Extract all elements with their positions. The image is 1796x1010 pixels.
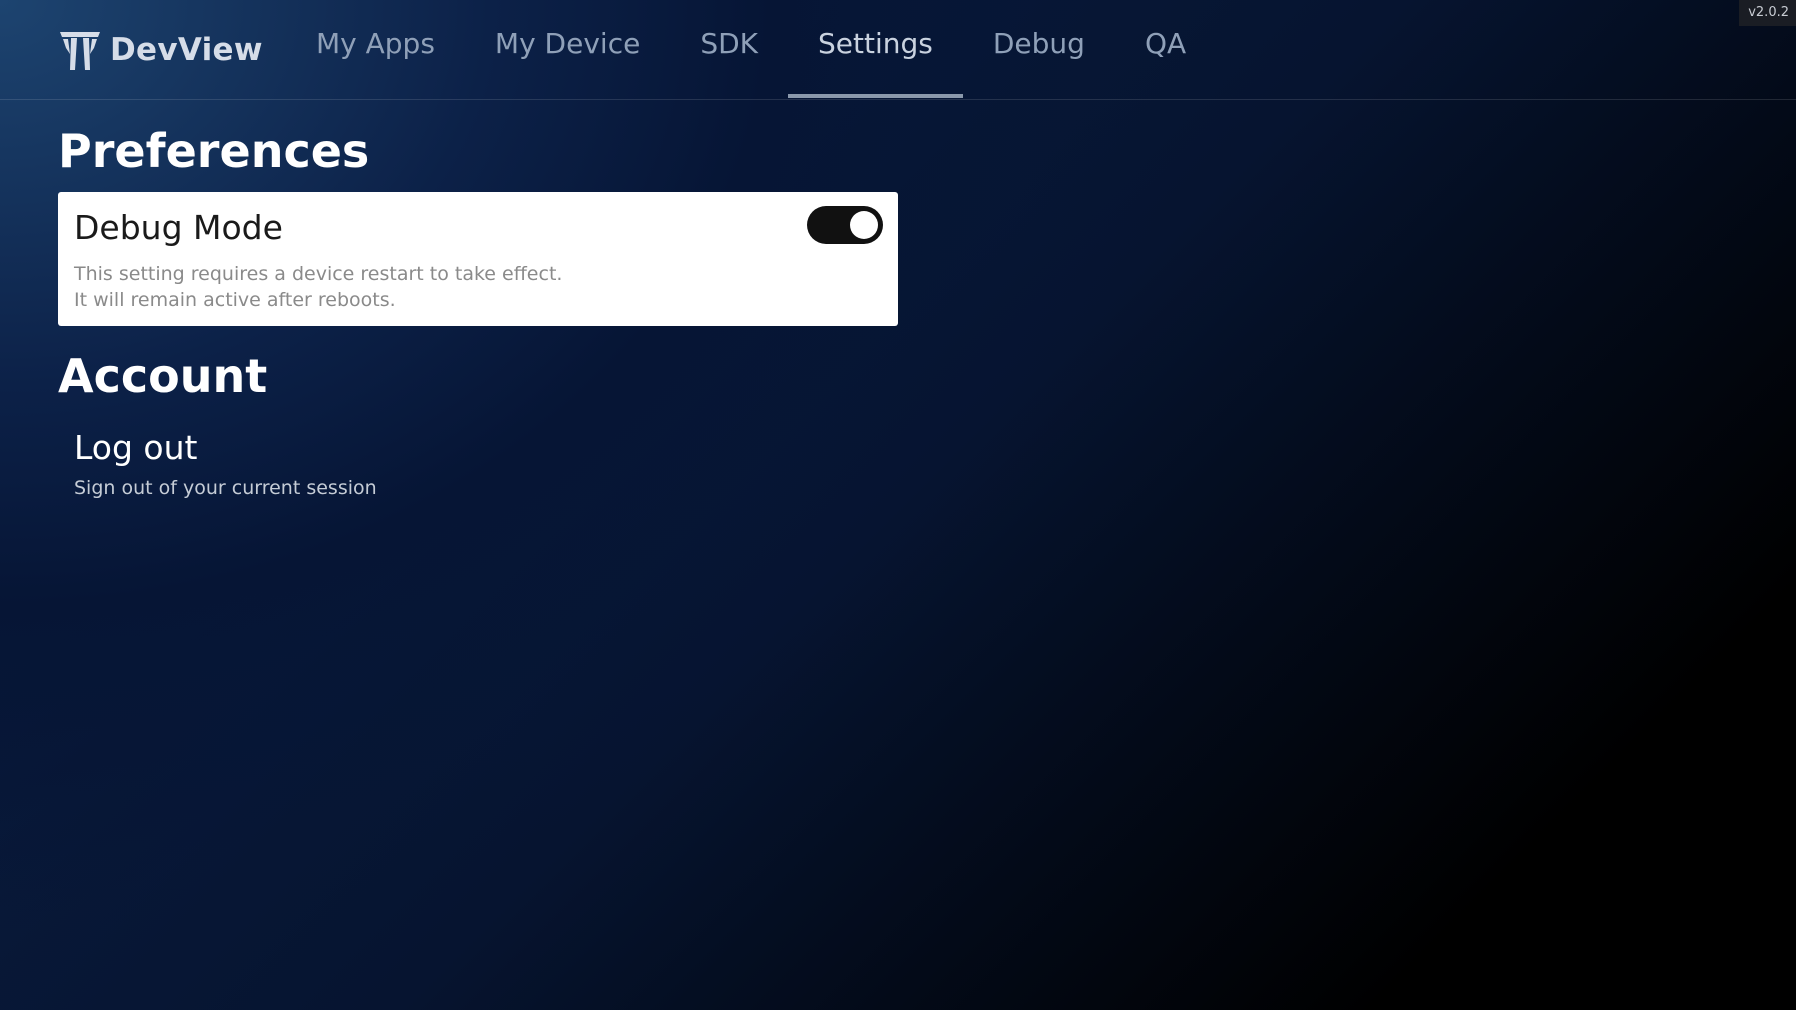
logout-label: Log out — [74, 428, 198, 467]
logout-button[interactable]: Log out Sign out of your current session — [58, 420, 898, 507]
version-badge: v2.0.2 — [1739, 0, 1796, 26]
debug-mode-setting[interactable]: Debug Mode This setting requires a devic… — [58, 192, 898, 326]
tab-sdk[interactable]: SDK — [670, 0, 788, 98]
tab-debug[interactable]: Debug — [963, 0, 1115, 98]
account-heading: Account — [58, 349, 268, 403]
debug-mode-label: Debug Mode — [74, 208, 283, 247]
tab-qa[interactable]: QA — [1115, 0, 1216, 98]
app-name: DevView — [110, 32, 263, 68]
logout-description: Sign out of your current session — [74, 477, 377, 499]
tab-my-apps[interactable]: My Apps — [286, 0, 465, 98]
app-logo: DevView — [58, 28, 263, 72]
devview-logo-icon — [60, 32, 100, 70]
debug-mode-toggle[interactable] — [807, 206, 883, 244]
tab-settings[interactable]: Settings — [788, 0, 963, 98]
tab-my-device[interactable]: My Device — [465, 0, 670, 98]
top-navigation-bar: DevView My Apps My Device SDK Settings D… — [0, 0, 1796, 100]
debug-mode-description-line1: This setting requires a device restart t… — [74, 263, 563, 285]
main-tabs: My Apps My Device SDK Settings Debug QA — [286, 0, 1216, 98]
debug-mode-description-line2: It will remain active after reboots. — [74, 289, 396, 311]
preferences-heading: Preferences — [58, 124, 370, 178]
toggle-knob — [850, 211, 878, 239]
debug-mode-description: This setting requires a device restart t… — [74, 261, 882, 313]
